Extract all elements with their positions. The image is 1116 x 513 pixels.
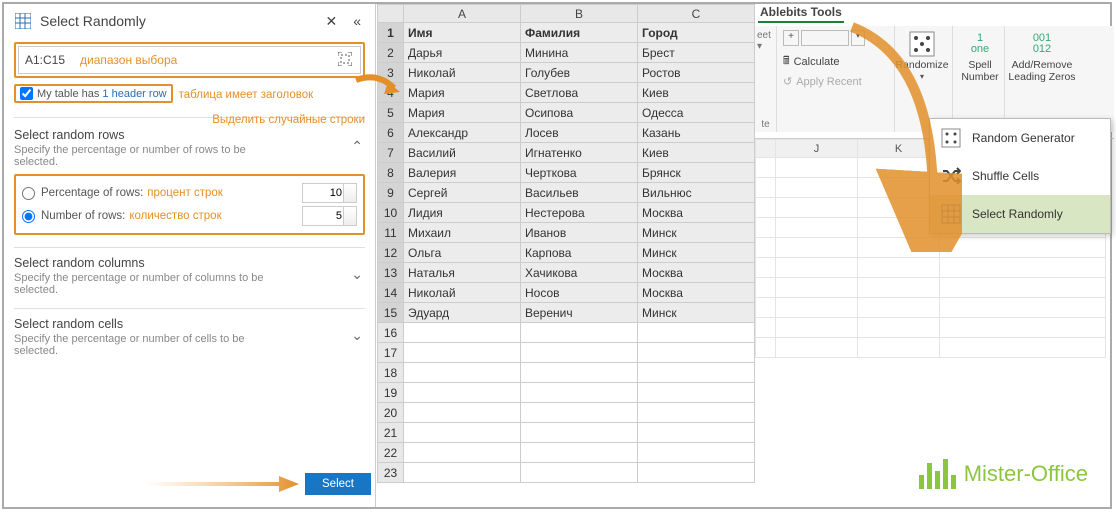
section-columns: Select random columns Specify the percen… [14, 256, 365, 296]
header-row-checkbox-wrap: My table has 1 header row [14, 84, 173, 103]
panel-title: Select Randomly [40, 13, 313, 29]
header-row-checkbox[interactable] [20, 87, 33, 100]
ribbon-tab[interactable]: Ablebits Tools [758, 5, 844, 23]
number-rows-radio[interactable] [22, 210, 35, 223]
number-rows-annot: количество строк [129, 210, 221, 222]
grid-icon [14, 12, 32, 30]
close-icon[interactable]: ✕ [321, 13, 341, 30]
spreadsheet[interactable]: ABC1ИмяФамилияГород2ДарьяМининаБрест3Ник… [377, 4, 755, 507]
section-cols-desc: Specify the percentage or number of colu… [14, 272, 274, 296]
dice-icon [940, 127, 962, 149]
header-row-link[interactable]: 1 header row [102, 88, 166, 100]
section-rows-desc: Specify the percentage or number of rows… [14, 144, 274, 168]
logo: Mister-Office [919, 459, 1088, 489]
arrow-annotation-icon [144, 473, 299, 495]
chevron-down-icon: ▾ [920, 72, 924, 81]
calc-field[interactable] [801, 30, 849, 46]
section-cells-title: Select random cells [14, 317, 365, 331]
logo-bars-icon [919, 459, 956, 489]
range-selector-icon[interactable] [338, 52, 354, 68]
chevron-down-icon[interactable]: ⌄ [351, 266, 363, 283]
number-rows-input[interactable] [302, 206, 357, 226]
spell-number-button[interactable]: 1one Spell Number [953, 26, 1007, 83]
shuffle-icon [940, 165, 962, 187]
dd-shuffle-cells[interactable]: Shuffle Cells [930, 157, 1110, 195]
percentage-rows-label: Percentage of rows: [41, 187, 143, 199]
ribbon-group-label: te [755, 119, 776, 130]
collapse-icon[interactable]: « [349, 13, 365, 29]
randomize-button[interactable]: Randomize ▾ [895, 26, 949, 81]
percentage-rows-radio[interactable] [22, 187, 35, 200]
calculator-icon: 🖩 [783, 52, 790, 71]
grid-icon [940, 203, 962, 225]
leading-zeros-icon: 001012 [1028, 30, 1056, 58]
number-rows-label: Number of rows: [41, 210, 125, 222]
leading-zeros-button[interactable]: 001012 Add/Remove Leading Zeros [1005, 26, 1079, 83]
select-randomly-panel: Select Randomly ✕ « диапазон выбора My t… [4, 4, 376, 507]
section-rows-title: Select random rows [14, 128, 365, 142]
header-row-label: My table has 1 header row [37, 88, 167, 100]
chevron-down-icon[interactable]: ⌄ [351, 327, 363, 344]
section-cells: Select random cells Specify the percenta… [14, 317, 365, 357]
calculate-button[interactable]: 🖩Calculate [783, 52, 888, 71]
randomize-dropdown: Random Generator Shuffle Cells Select Ra… [929, 118, 1111, 234]
chevron-up-icon[interactable]: ⌃ [351, 138, 363, 155]
ribbon-cut-label: eet [757, 30, 774, 41]
range-annotation: диапазон выбора [80, 53, 338, 67]
percentage-rows-annot: процент строк [147, 187, 223, 199]
history-icon: ↺ [783, 75, 792, 88]
dd-random-generator[interactable]: Random Generator [930, 119, 1110, 157]
dd-select-randomly[interactable]: Select Randomly [930, 195, 1110, 233]
apply-recent-button[interactable]: ↺Apply Recent [783, 75, 888, 88]
rows-options: Percentage of rows: процент строк Number… [14, 174, 365, 235]
range-input[interactable] [25, 53, 80, 67]
header-annotation: таблица имеет заголовок [179, 89, 314, 101]
plus-button[interactable]: + [783, 30, 799, 46]
section-cols-title: Select random columns [14, 256, 365, 270]
rows-annotation-title: Выделить случайные строки [14, 114, 365, 126]
dice-icon [908, 30, 936, 58]
range-box: диапазон выбора [14, 42, 365, 78]
select-button[interactable]: Select [305, 473, 371, 495]
section-rows: Select random rows Specify the percentag… [14, 128, 365, 235]
percentage-rows-input[interactable] [302, 183, 357, 203]
section-cells-desc: Specify the percentage or number of cell… [14, 333, 274, 357]
spell-number-icon: 1one [966, 30, 994, 58]
dropdown-icon[interactable]: ▾ [851, 30, 865, 46]
